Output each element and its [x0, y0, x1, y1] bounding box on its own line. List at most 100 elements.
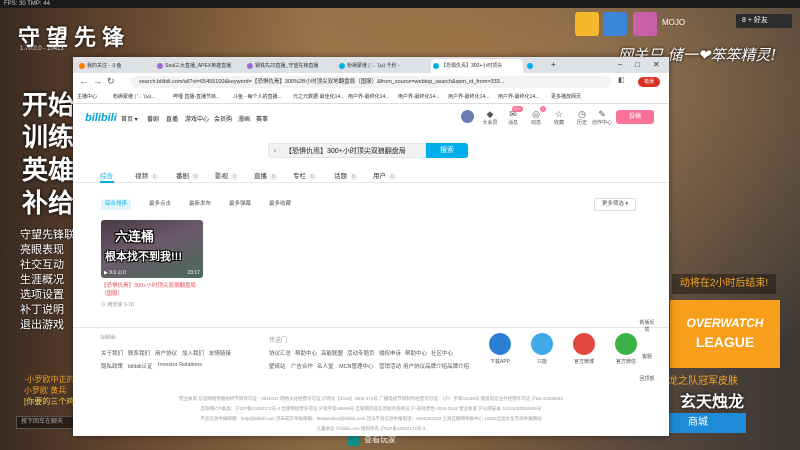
- party-avatar[interactable]: [603, 12, 627, 36]
- bookmark-item[interactable]: 用户界-最终化14...: [348, 93, 389, 100]
- more-filters-dropdown[interactable]: 更多筛选 ▾: [594, 198, 636, 211]
- footer-link[interactable]: 名人堂: [317, 362, 334, 370]
- tab-all[interactable]: 综合: [100, 170, 113, 180]
- bookmark-item[interactable]: 斗鱼 - 每个人的直播...: [233, 93, 282, 100]
- sort-clicks[interactable]: 最多点击: [149, 199, 171, 210]
- footer-link[interactable]: 壁纸站: [269, 362, 286, 370]
- footer-link[interactable]: 加入我们: [182, 349, 204, 357]
- bili-history[interactable]: ◷ 历史: [571, 109, 593, 126]
- bili-messages[interactable]: 29+ ✉ 消息: [502, 106, 524, 126]
- bookmark-item[interactable]: 用户界-最终化14...: [498, 93, 539, 100]
- footer-link[interactable]: 高能联盟: [321, 349, 343, 357]
- bili-nav-manga[interactable]: 漫画: [238, 114, 250, 123]
- bili-nav-mall[interactable]: 会员购: [214, 114, 232, 123]
- footer-link[interactable]: bilibili认证: [128, 362, 152, 370]
- bili-nav-anime[interactable]: 番剧: [147, 114, 159, 123]
- bili-nav-live[interactable]: 直播: [166, 114, 178, 123]
- footer-link[interactable]: 营销活动: [379, 362, 401, 370]
- close-icon[interactable]: ✕: [653, 57, 660, 73]
- search-input[interactable]: ⌕ 【恐惧仇焉】300+小时顶尖双狼翻盘局: [268, 143, 426, 158]
- user-avatar[interactable]: [461, 110, 474, 123]
- back-to-top-button[interactable]: 回顶部: [639, 375, 655, 382]
- bili-creator[interactable]: ✎ 创作中心: [591, 109, 613, 126]
- sort-danmaku[interactable]: 最多弹幕: [229, 199, 251, 210]
- footer-link[interactable]: 帮助中心: [405, 349, 427, 357]
- tab-topic[interactable]: 话题 0: [334, 170, 357, 180]
- menu-heroes[interactable]: 英雄: [22, 155, 74, 185]
- menu-training[interactable]: 训练: [22, 122, 74, 152]
- footer-link[interactable]: 用户协议: [155, 349, 177, 357]
- browser-tab[interactable]: 我的关注 - 斗鱼: [77, 59, 153, 73]
- browser-tab-active[interactable]: 【恐惧仇焉】300+小时顶尖: [431, 59, 523, 73]
- footer-link[interactable]: Investor Relations: [158, 362, 202, 368]
- owl-promo[interactable]: OVERWATCH LEAGUE: [670, 300, 780, 368]
- bili-nav-game[interactable]: 游戏中心: [185, 114, 209, 123]
- upload-button[interactable]: 投稿: [616, 110, 654, 124]
- reload-icon[interactable]: ↻: [107, 76, 115, 87]
- video-thumbnail[interactable]: 六连桶 根本找不到我!!! ▶ 9.0 ⊡ 0 23:17: [101, 220, 203, 278]
- bili-nav-events[interactable]: 赛事: [256, 114, 268, 123]
- menu-career[interactable]: 生涯概况: [20, 273, 75, 288]
- bookmark-item[interactable]: 用户界-最终化14...: [398, 93, 439, 100]
- menu-options[interactable]: 选项设置: [20, 288, 75, 303]
- tab-column[interactable]: 专栏 0: [293, 170, 316, 180]
- sort-newest[interactable]: 最新发布: [189, 199, 211, 210]
- maximize-icon[interactable]: □: [635, 57, 640, 73]
- footer-link[interactable]: 品牌介绍: [425, 362, 447, 370]
- menu-patch-notes[interactable]: 补丁说明: [20, 303, 75, 318]
- address-bar[interactable]: search.bilibili.com/all?vt=65455100&keyw…: [131, 76, 611, 88]
- sort-favorites[interactable]: 最多收藏: [269, 199, 291, 210]
- bookmark-item[interactable]: 更多播放网页: [551, 93, 581, 100]
- video-title[interactable]: 【恐惧仇焉】300+小时顶尖双狼翻盘局（国服）: [101, 282, 203, 298]
- browser-tab[interactable]: Seal三大直播_APEX英雄直播: [155, 59, 243, 73]
- extension-icon[interactable]: ◧: [618, 76, 625, 84]
- footer-link[interactable]: 用户协议: [403, 362, 425, 370]
- menu-loot[interactable]: 补给: [22, 188, 74, 218]
- footer-link[interactable]: 友情链接: [209, 349, 231, 357]
- friends-button[interactable]: 8 + 好友: [736, 14, 792, 28]
- browser-tab[interactable]: [525, 59, 547, 73]
- footer-link[interactable]: 侵权申诉: [379, 349, 401, 357]
- browser-tab[interactable]: 钢铁先22直播_守望先锋直播: [245, 59, 335, 73]
- tab-live[interactable]: 直播 0: [254, 170, 277, 180]
- tab-film[interactable]: 影视 0: [215, 170, 238, 180]
- bookmark-item[interactable]: 哔哩 直播-直播节目...: [173, 93, 220, 100]
- search-button[interactable]: 搜索: [426, 143, 468, 158]
- feedback-button[interactable]: 新版反馈: [639, 319, 655, 333]
- bili-logo[interactable]: bilibili: [85, 112, 117, 124]
- footer-link[interactable]: 社区中心: [431, 349, 453, 357]
- error-badge[interactable]: 错误: [638, 77, 660, 87]
- bookmark-item[interactable]: 粉褥蒙继 | '←'(ω)...: [113, 93, 155, 100]
- sort-default[interactable]: 综合排序: [101, 199, 132, 210]
- tab-video[interactable]: 视频 1: [135, 170, 158, 180]
- minimize-icon[interactable]: –: [618, 57, 622, 73]
- bili-vip[interactable]: ◆ 大会员: [479, 109, 501, 126]
- browser-tab[interactable]: 粉褥蒙继 | '←'(ω) 千秒 -: [337, 59, 429, 73]
- footer-link[interactable]: 广告合作: [291, 362, 313, 370]
- bili-nav-home[interactable]: 首页 ▾: [121, 114, 138, 123]
- bili-favorites[interactable]: ☆ 收藏: [548, 109, 570, 126]
- support-button[interactable]: 客服: [639, 353, 655, 360]
- menu-play[interactable]: 开始: [22, 90, 74, 120]
- bookmark-item[interactable]: 用户界-最终化14...: [448, 93, 489, 100]
- footer-link[interactable]: 隐私政策: [101, 362, 123, 370]
- footer-link[interactable]: MCN管理中心: [339, 362, 374, 370]
- footer-link[interactable]: 帮助中心: [295, 349, 317, 357]
- tab-bangumi[interactable]: 番剧 0: [176, 170, 199, 180]
- menu-social[interactable]: 社交互动: [20, 258, 75, 273]
- bookmark-item[interactable]: 主播中心: [77, 93, 97, 100]
- tab-user[interactable]: 用户 0: [373, 170, 396, 180]
- forward-icon[interactable]: →: [93, 76, 102, 86]
- bookmark-item[interactable]: 元之元数据·最佳化14...: [293, 93, 344, 100]
- back-icon[interactable]: ←: [79, 76, 88, 86]
- official-wechat[interactable]: 官方微信: [613, 333, 639, 365]
- app-zhineng[interactable]: 只能: [529, 333, 555, 365]
- footer-link[interactable]: 品牌介绍: [447, 362, 469, 370]
- player-avatar[interactable]: [633, 12, 657, 36]
- official-weibo[interactable]: 官方微博: [571, 333, 597, 365]
- footer-link[interactable]: 联系我们: [128, 349, 150, 357]
- footer-link[interactable]: 活动专题页: [347, 349, 375, 357]
- download-app[interactable]: 下载APP: [487, 333, 513, 365]
- bili-dynamic[interactable]: 1 ◎ 动态: [525, 106, 547, 126]
- footer-link[interactable]: 关于我们: [101, 349, 123, 357]
